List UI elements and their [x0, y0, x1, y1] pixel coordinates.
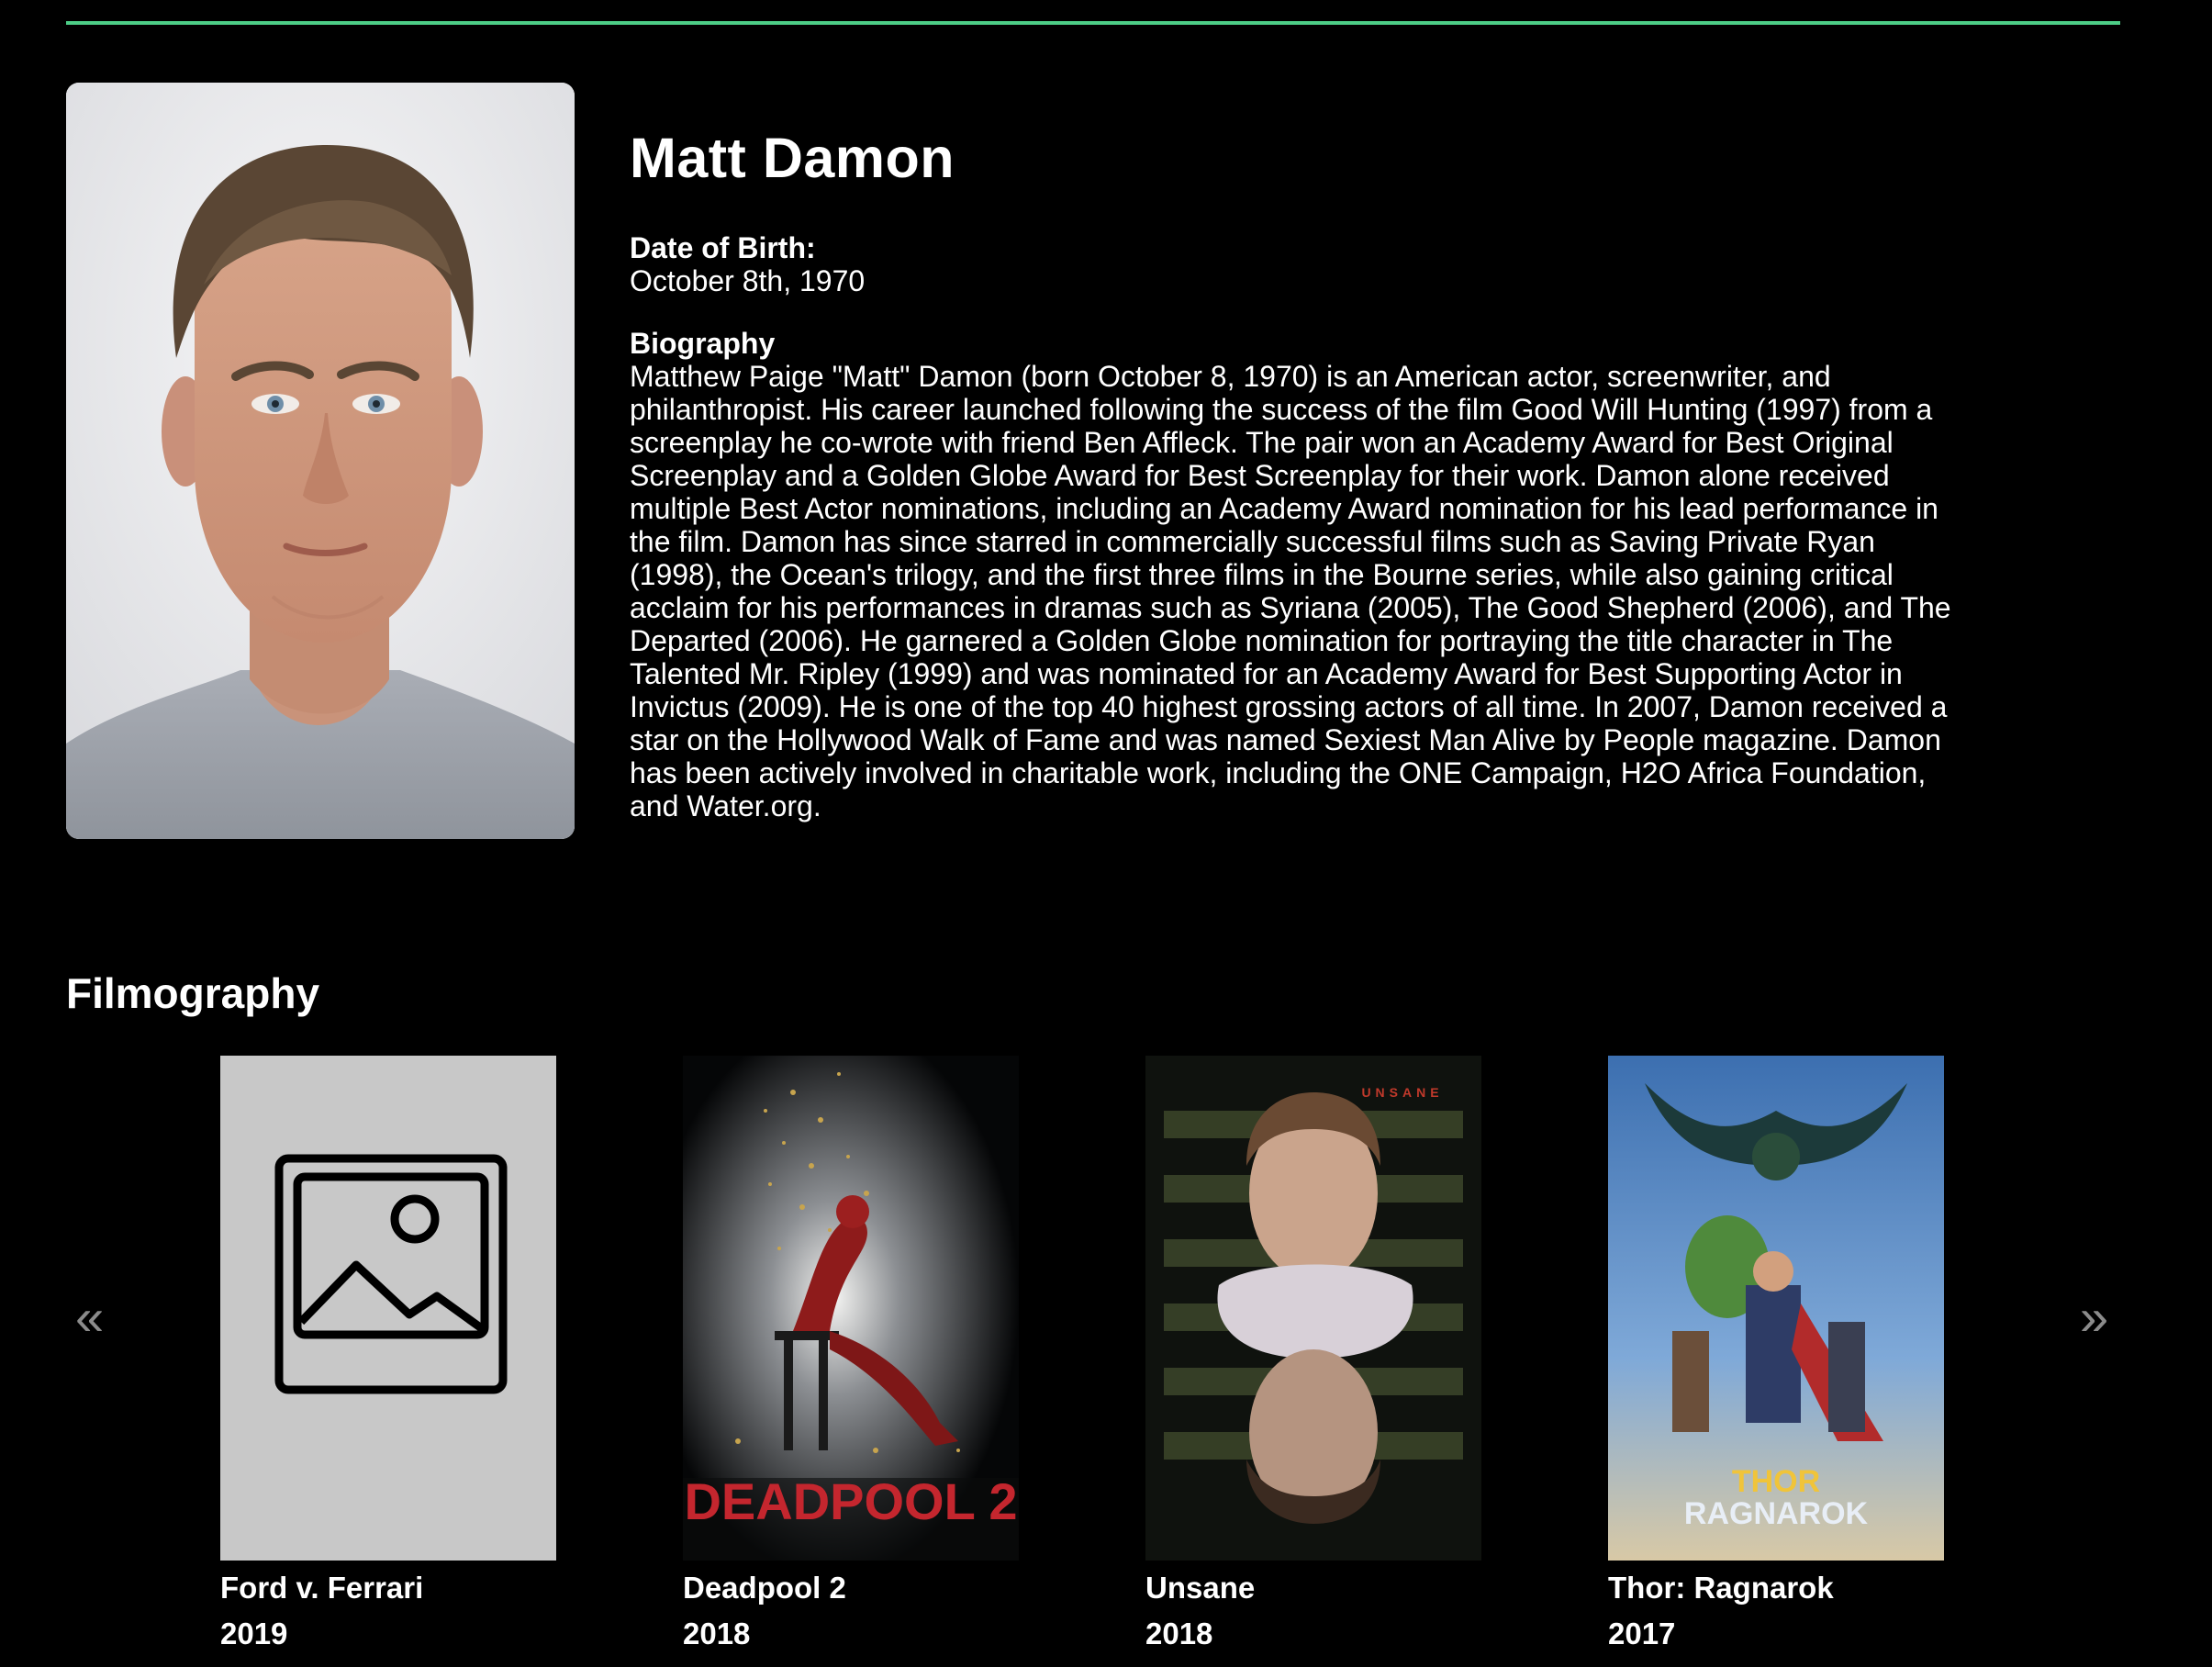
- film-poster-placeholder[interactable]: [220, 1056, 556, 1561]
- deadpool-poster-image: DEADPOOL 2: [683, 1056, 1019, 1561]
- image-placeholder-icon: [220, 1056, 556, 1561]
- film-poster[interactable]: UNSANE: [1145, 1056, 1481, 1561]
- portrait-image: [66, 83, 575, 839]
- film-poster[interactable]: DEADPOOL 2: [683, 1056, 1019, 1561]
- chevron-double-left-icon[interactable]: «: [75, 1285, 104, 1349]
- film-card[interactable]: THOR RAGNAROK Thor: Ragnarok 2017: [1608, 1056, 1944, 1654]
- actor-detail-page: Matt Damon Date of Birth: October 8th, 1…: [0, 0, 2212, 1667]
- film-year: 2019: [220, 1617, 288, 1650]
- actor-info-panel: Matt Damon Date of Birth: October 8th, 1…: [630, 121, 1970, 822]
- poster-title-text: UNSANE: [1361, 1085, 1443, 1100]
- film-card[interactable]: UNSANE Unsane 2018: [1145, 1056, 1481, 1654]
- date-of-birth-section: Date of Birth: October 8th, 1970: [630, 231, 1970, 297]
- biography-label: Biography: [630, 327, 776, 360]
- thor-ragnarok-poster-image: THOR RAGNAROK: [1608, 1056, 1944, 1561]
- poster-title-text-top: THOR: [1732, 1464, 1820, 1499]
- date-of-birth-value: October 8th, 1970: [630, 264, 866, 297]
- actor-name-heading: Matt Damon: [630, 127, 955, 189]
- film-title: Deadpool 2: [683, 1571, 846, 1605]
- actor-profile-photo: [66, 83, 575, 839]
- filmography-heading: Filmography: [66, 969, 320, 1017]
- poster-title-text-bottom: RAGNAROK: [1684, 1496, 1869, 1531]
- unsane-poster-image: UNSANE: [1145, 1056, 1481, 1561]
- film-card[interactable]: Ford v. Ferrari 2019: [220, 1056, 556, 1654]
- film-year: 2018: [1145, 1617, 1213, 1650]
- date-of-birth-label: Date of Birth:: [630, 231, 816, 264]
- film-card[interactable]: DEADPOOL 2 Deadpool 2 2018: [683, 1056, 1019, 1654]
- biography-text: Matthew Paige "Matt" Damon (born October…: [630, 360, 1951, 822]
- film-title: Ford v. Ferrari: [220, 1571, 424, 1605]
- top-accent-divider: [66, 21, 2120, 25]
- poster-title-text: DEADPOOL 2: [684, 1472, 1017, 1530]
- film-title: Unsane: [1145, 1571, 1256, 1605]
- film-year: 2018: [683, 1617, 751, 1650]
- film-poster[interactable]: THOR RAGNAROK: [1608, 1056, 1944, 1561]
- film-title: Thor: Ragnarok: [1608, 1571, 1834, 1605]
- biography-section: Biography Matthew Paige "Matt" Damon (bo…: [630, 327, 1970, 822]
- film-year: 2017: [1608, 1617, 1676, 1650]
- chevron-double-right-icon[interactable]: »: [2080, 1285, 2108, 1349]
